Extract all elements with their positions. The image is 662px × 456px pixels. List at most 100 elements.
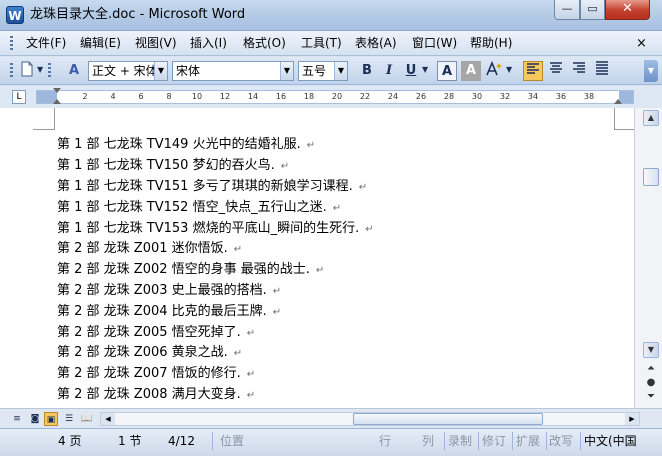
- first-line-indent-marker[interactable]: [53, 88, 61, 93]
- select-browse-object-icon[interactable]: ●: [643, 376, 659, 390]
- paragraph-mark-icon: ↵: [332, 203, 342, 214]
- paragraph-mark-icon: ↵: [306, 140, 316, 151]
- hanging-indent-marker[interactable]: [53, 99, 61, 104]
- menu-table[interactable]: 表格(A): [355, 36, 397, 51]
- document-line[interactable]: 第 2 部 龙珠 Z005 悟空死掉了. ↵: [57, 325, 255, 342]
- document-line[interactable]: 第 2 部 龙珠 Z006 黄泉之战. ↵: [57, 345, 242, 362]
- ruler-tick-label: 6: [138, 92, 144, 101]
- horizontal-scrollbar[interactable]: ◀ ▶: [100, 412, 640, 426]
- italic-button[interactable]: I: [379, 61, 399, 81]
- menu-grip-handle[interactable]: [10, 36, 13, 51]
- menu-view[interactable]: 视图(V): [135, 36, 177, 51]
- document-line[interactable]: 第 2 部 龙珠 Z002 悟空的身事 最强的战士. ↵: [57, 262, 324, 279]
- paragraph-mark-icon: ↵: [280, 161, 290, 172]
- previous-page-icon[interactable]: ⏶: [643, 362, 659, 376]
- menu-help[interactable]: 帮助(H): [470, 36, 512, 51]
- outline-view-icon[interactable]: ☰: [62, 412, 76, 426]
- next-page-icon[interactable]: ⏷: [643, 390, 659, 404]
- status-track-changes-toggle[interactable]: 修订: [482, 432, 506, 450]
- document-canvas[interactable]: 第 1 部 七龙珠 TV149 火光中的结婚礼服. ↵ 第 1 部 七龙珠 TV1…: [0, 108, 634, 408]
- bold-button[interactable]: B: [357, 61, 377, 81]
- menu-file[interactable]: 文件(F): [26, 36, 66, 51]
- scroll-down-arrow-icon[interactable]: ▼: [643, 342, 659, 358]
- status-page-of: 4/12: [168, 434, 195, 448]
- close-document-button[interactable]: ×: [636, 36, 647, 51]
- menu-edit[interactable]: 编辑(E): [80, 36, 121, 51]
- horizontal-scroll-thumb[interactable]: [353, 413, 543, 425]
- status-separator: [212, 432, 213, 450]
- paragraph-mark-icon: ↵: [233, 348, 243, 359]
- document-line[interactable]: 第 1 部 七龙珠 TV150 梦幻的吞火鸟. ↵: [57, 158, 289, 175]
- formatting-toolbar: ▼ A 正文 + 宋体 ▼ 宋体 ▼ 五号 ▼ B I U ▼ A A ▼ ▼: [0, 57, 662, 85]
- justify-button[interactable]: [592, 61, 612, 81]
- document-line[interactable]: 第 2 部 龙珠 Z007 悟饭的修行. ↵: [57, 366, 255, 383]
- status-position: 位置: [220, 434, 245, 448]
- new-document-icon[interactable]: [17, 61, 37, 81]
- web-layout-view-icon[interactable]: ◙: [28, 412, 42, 426]
- scroll-up-arrow-icon[interactable]: ▲: [643, 110, 659, 126]
- toolbar-grip-handle[interactable]: [10, 63, 13, 79]
- document-line[interactable]: 第 2 部 龙珠 Z001 迷你悟饭. ↵: [57, 241, 242, 258]
- toolbar-overflow-chevron-icon[interactable]: ▼: [644, 60, 658, 82]
- status-overwrite-toggle[interactable]: 改写: [549, 432, 573, 450]
- text-effects-icon[interactable]: [484, 60, 504, 81]
- vertical-scroll-thumb[interactable]: [643, 168, 659, 186]
- horizontal-scroll-row: ≡ ◙ ▣ ☰ 📖 ◀ ▶: [0, 408, 662, 428]
- menu-tools[interactable]: 工具(T): [301, 36, 342, 51]
- document-line[interactable]: 第 1 部 七龙珠 TV149 火光中的结婚礼服. ↵: [57, 137, 315, 154]
- status-language[interactable]: 中文(中国: [584, 432, 637, 450]
- chevron-down-icon[interactable]: ▼: [422, 65, 428, 74]
- scroll-left-arrow-icon[interactable]: ◀: [101, 413, 115, 425]
- status-separator: [512, 432, 513, 450]
- document-line[interactable]: 第 2 部 龙珠 Z004 比克的最后王牌. ↵: [57, 304, 281, 321]
- styles-pane-icon[interactable]: A: [64, 61, 84, 81]
- font-value: 宋体: [176, 64, 201, 78]
- toolbar-grip-handle-2[interactable]: [48, 63, 51, 79]
- ruler-row: L 2 4 6 8 10 12 14 16 18 20 22 24 26 28 …: [0, 86, 662, 108]
- ruler-tick-label: 18: [303, 92, 315, 101]
- chevron-down-icon[interactable]: ▼: [154, 62, 167, 80]
- scroll-right-arrow-icon[interactable]: ▶: [625, 413, 639, 425]
- align-center-button[interactable]: [546, 61, 566, 81]
- reading-layout-view-icon[interactable]: 📖: [80, 412, 94, 426]
- font-color-button[interactable]: A: [437, 61, 457, 81]
- maximize-button[interactable]: ▭: [580, 0, 605, 20]
- ruler-tick-label: 16: [275, 92, 287, 101]
- horizontal-ruler[interactable]: 2 4 6 8 10 12 14 16 18 20 22 24 26 28 30…: [36, 88, 634, 104]
- menu-insert[interactable]: 插入(I): [190, 36, 227, 51]
- align-left-button[interactable]: [523, 61, 543, 81]
- chevron-down-icon[interactable]: ▼: [506, 65, 512, 74]
- chevron-down-icon[interactable]: ▼: [280, 62, 293, 80]
- right-indent-marker[interactable]: [614, 99, 622, 104]
- status-line: 行: [379, 434, 392, 448]
- paragraph-mark-icon: ↵: [358, 182, 368, 193]
- word-app-icon[interactable]: W: [6, 6, 24, 24]
- paragraph-mark-icon: ↵: [315, 265, 325, 276]
- style-combo[interactable]: 正文 + 宋体 ▼: [88, 61, 168, 81]
- vertical-scrollbar[interactable]: ▲ ▼ ⏶ ● ⏷: [634, 108, 662, 408]
- ruler-tick-label: 28: [443, 92, 455, 101]
- title-bar: W 龙珠目录大全.doc - Microsoft Word — ▭ ✕: [0, 0, 662, 31]
- chevron-down-icon[interactable]: ▼: [37, 65, 43, 74]
- status-extend-toggle[interactable]: 扩展: [516, 432, 540, 450]
- align-right-button[interactable]: [569, 61, 589, 81]
- status-record-toggle[interactable]: 录制: [448, 432, 472, 450]
- print-layout-view-icon[interactable]: ▣: [44, 412, 58, 426]
- tab-selector[interactable]: L: [12, 90, 26, 104]
- ruler-tick-label: 10: [191, 92, 203, 101]
- minimize-button[interactable]: —: [554, 0, 580, 20]
- document-line[interactable]: 第 2 部 龙珠 Z003 史上最强的搭档. ↵: [57, 283, 281, 300]
- document-line[interactable]: 第 2 部 龙珠 Z008 满月大变身. ↵: [57, 387, 255, 404]
- font-combo[interactable]: 宋体 ▼: [172, 61, 294, 81]
- close-button[interactable]: ✕: [605, 0, 650, 20]
- document-line[interactable]: 第 1 部 七龙珠 TV151 多亏了琪琪的新娘学习课程. ↵: [57, 179, 367, 196]
- menu-format[interactable]: 格式(O): [243, 36, 286, 51]
- font-size-combo[interactable]: 五号 ▼: [298, 61, 348, 81]
- chevron-down-icon[interactable]: ▼: [334, 62, 347, 80]
- character-shading-button[interactable]: A: [461, 61, 481, 81]
- underline-button[interactable]: U: [401, 61, 421, 81]
- document-line[interactable]: 第 1 部 七龙珠 TV152 悟空_快点_五行山之迷. ↵: [57, 200, 341, 217]
- document-line[interactable]: 第 1 部 七龙珠 TV153 燃烧的平底山_瞬间的生死行. ↵: [57, 221, 374, 238]
- menu-window[interactable]: 窗口(W): [412, 36, 457, 51]
- normal-view-icon[interactable]: ≡: [10, 412, 24, 426]
